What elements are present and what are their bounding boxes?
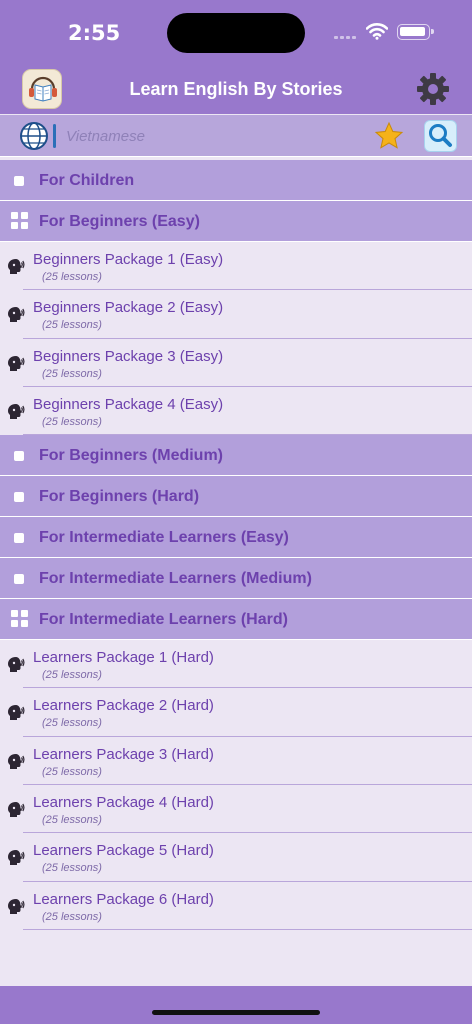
section-header[interactable]: For Beginners (Easy) [0,201,472,242]
checkbox-icon [14,492,24,503]
lesson-row[interactable]: Beginners Package 1 (Easy) (25 lessons) [0,242,472,291]
dynamic-island [167,13,305,53]
lesson-count: (25 lessons) [42,765,102,778]
status-time: 2:55 [68,21,121,45]
language-search-input[interactable] [66,123,356,149]
lesson-count: (25 lessons) [42,367,102,380]
lesson-row[interactable]: Learners Package 6 (Hard) (25 lessons) [0,881,472,931]
lesson-title: Beginners Package 3 (Easy) [33,347,224,365]
settings-gear-icon[interactable] [415,71,451,107]
section-label: For Intermediate Learners (Easy) [39,529,289,547]
checkbox-icon [14,574,24,585]
favorites-star-icon[interactable] [374,121,404,151]
lesson-count: (25 lessons) [42,862,102,875]
lesson-title: Learners Package 1 (Hard) [33,649,214,667]
lesson-count: (25 lessons) [42,669,102,682]
bottom-bar [0,986,472,1024]
lesson-title: Learners Package 6 (Hard) [33,890,214,908]
battery-icon [397,24,434,40]
section-header[interactable]: For Intermediate Learners (Easy) [0,517,472,559]
listening-head-icon [5,800,25,825]
section-label: For Beginners (Hard) [39,488,200,506]
section-header[interactable]: For Intermediate Learners (Hard) [0,599,472,641]
section-header[interactable]: For Children [0,160,472,201]
checkbox-icon [14,533,24,544]
lesson-row[interactable]: Beginners Package 2 (Easy) (25 lessons) [0,290,472,339]
cellular-signal-icon [334,36,356,39]
listening-head-icon [5,848,25,873]
navigation-bar: Learn English By Stories [0,64,472,114]
lesson-title: Learners Package 4 (Hard) [33,794,214,812]
lesson-title: Learners Package 2 (Hard) [33,697,214,715]
listening-head-icon [5,354,25,379]
listening-head-icon [5,402,25,427]
lesson-count: (25 lessons) [42,717,102,730]
listening-head-icon [5,257,25,282]
lesson-count: (25 lessons) [42,271,102,283]
grid-icon [11,610,28,628]
grid-icon [11,212,28,229]
lesson-row[interactable]: Learners Package 2 (Hard) (25 lessons) [0,688,472,738]
lesson-title: Learners Package 5 (Hard) [33,842,214,860]
lesson-title: Beginners Package 1 (Easy) [33,251,224,268]
lesson-row[interactable]: Beginners Package 3 (Easy) (25 lessons) [0,338,472,388]
search-icon [429,124,452,147]
lesson-list: For Children For Beginners (Easy) Beginner… [0,160,472,931]
section-label: For Children [39,172,135,189]
section-header[interactable]: For Beginners (Hard) [0,476,472,518]
lesson-count: (25 lessons) [42,814,102,827]
lesson-title: Beginners Package 4 (Easy) [33,395,224,413]
status-bar: 2:55 [0,0,472,64]
search-bar [0,115,472,157]
checkbox-icon [14,176,24,186]
section-label: For Beginners (Medium) [39,447,224,465]
wifi-icon [366,23,388,40]
lesson-row[interactable]: Beginners Package 4 (Easy) (25 lessons) [0,386,472,436]
search-button[interactable] [424,120,457,152]
listening-head-icon [5,897,25,922]
lesson-count: (25 lessons) [42,319,102,332]
section-header[interactable]: For Beginners (Medium) [0,435,472,477]
section-label: For Intermediate Learners (Medium) [39,570,312,588]
home-indicator[interactable] [152,1010,320,1015]
lesson-title: Beginners Package 2 (Easy) [33,299,224,317]
listening-head-icon [5,305,25,330]
lesson-title: Learners Package 3 (Hard) [33,745,214,763]
section-header[interactable]: For Intermediate Learners (Medium) [0,558,472,600]
app-title: Learn English By Stories [129,79,343,99]
lesson-count: (25 lessons) [42,415,102,428]
lesson-row[interactable]: Learners Package 4 (Hard) (25 lessons) [0,785,472,834]
listening-head-icon [5,703,25,728]
listening-head-icon [5,752,25,777]
checkbox-icon [14,451,24,462]
language-globe-icon[interactable] [18,120,60,152]
listening-head-icon [5,655,25,680]
lesson-count: (25 lessons) [42,910,102,923]
section-label: For Beginners (Easy) [39,213,200,230]
lesson-row[interactable]: Learners Package 1 (Hard) (25 lessons) [0,640,472,689]
section-label: For Intermediate Learners (Hard) [39,611,288,629]
lesson-row[interactable]: Learners Package 5 (Hard) (25 lessons) [0,833,472,882]
lesson-row[interactable]: Learners Package 3 (Hard) (25 lessons) [0,736,472,786]
